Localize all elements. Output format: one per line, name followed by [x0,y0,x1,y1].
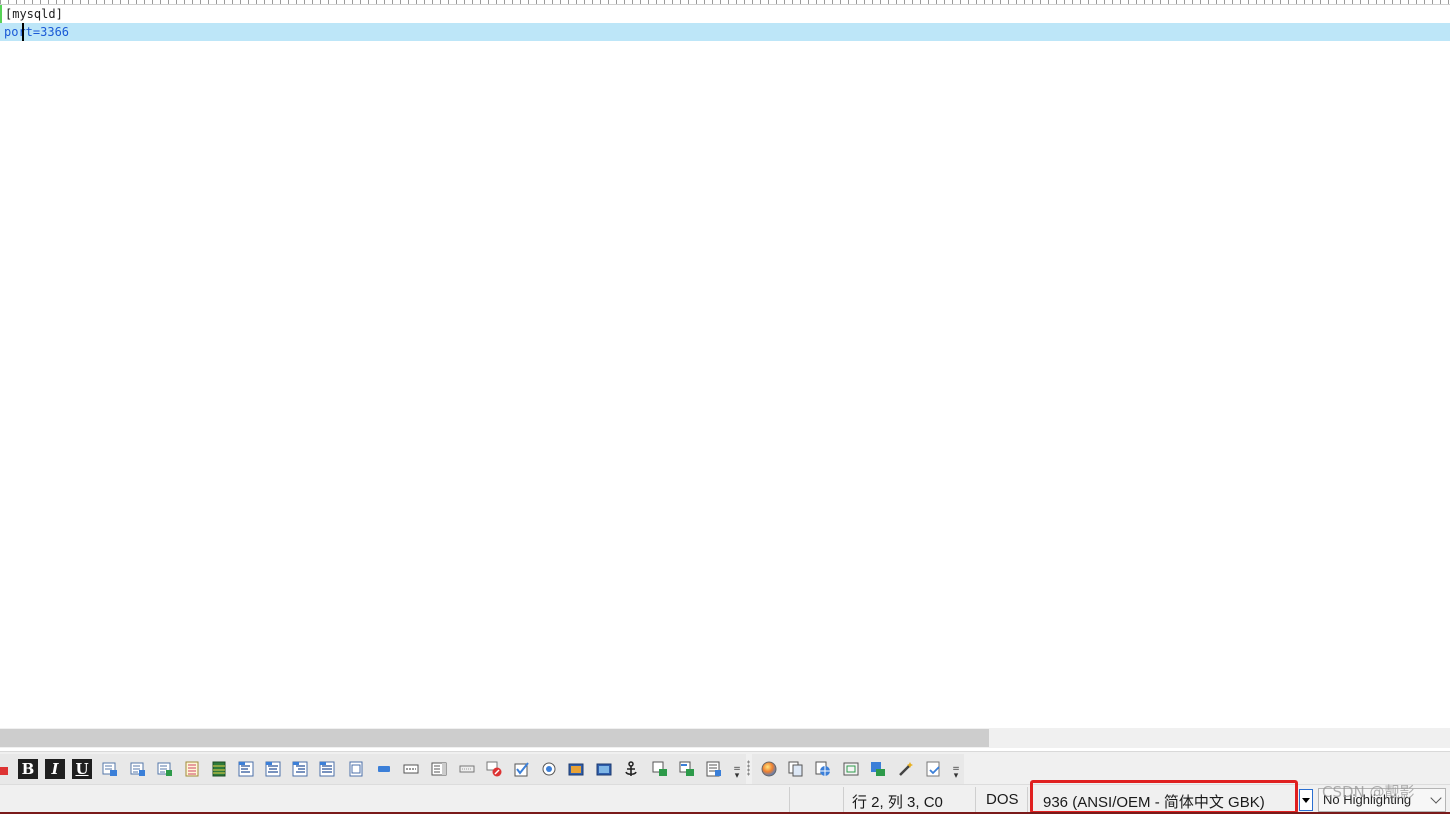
toolbar-grip[interactable] [747,760,750,776]
align-right-icon[interactable] [290,759,310,779]
line-ending[interactable]: DOS [986,791,1019,808]
partial-icon[interactable] [0,759,14,779]
picture-icon[interactable] [594,759,614,779]
preview-icon[interactable] [924,759,944,779]
table-icon[interactable] [209,759,229,779]
magic-wand-icon[interactable] [896,759,916,779]
image-icon[interactable] [566,759,586,779]
italic-button[interactable]: I [45,759,65,779]
toolbar-group-format: B I U = ▾ [0,754,746,784]
date-icon[interactable] [841,759,861,779]
cursor-position[interactable]: 行 2, 列 3, C0 [852,791,943,812]
list-box-icon[interactable] [429,759,449,779]
status-divider [1027,787,1028,812]
numbering-icon[interactable] [868,759,888,779]
watermark: CSDN @靓影 [1322,783,1415,801]
align-left-icon[interactable] [236,759,256,779]
toolbar-group-tools: = ▾ [752,754,964,784]
encoding-dropdown-button[interactable] [1299,789,1313,811]
editor-line-2-current[interactable]: port=3366 [0,23,1450,41]
bold-button[interactable]: B [18,759,38,779]
horizontal-scrollbar[interactable] [0,728,1450,748]
insert-ordered-list-icon[interactable] [155,759,175,779]
status-bar: 行 2, 列 3, C0 DOS 936 (ANSI/OEM - 简体中文 GB… [0,780,1450,814]
page-icon[interactable] [704,759,724,779]
status-divider [843,787,844,812]
anchor-icon[interactable] [621,759,641,779]
insert-list-icon[interactable] [128,759,148,779]
bookmark-icon[interactable] [650,759,670,779]
clear-format-icon[interactable] [484,759,504,779]
underline-button[interactable]: U [72,759,92,779]
align-center-icon[interactable] [263,759,283,779]
input-icon[interactable] [457,759,477,779]
checkbox-icon[interactable] [512,759,532,779]
toolbar-overflow-chevron-icon[interactable]: = ▾ [733,765,741,781]
insert-definition-list-icon[interactable] [182,759,202,779]
text-caret [22,23,24,41]
color-wheel-icon[interactable] [759,759,779,779]
editor-line-1[interactable]: [mysqld] [0,5,1450,23]
text-field-icon[interactable] [374,759,394,779]
frame-icon[interactable] [346,759,366,779]
justify-icon[interactable] [317,759,337,779]
status-divider [975,787,976,812]
encoding-highlight-box [1030,780,1298,814]
globe-icon[interactable] [813,759,833,779]
convert-icon[interactable] [677,759,697,779]
radio-icon[interactable] [539,759,559,779]
status-divider [789,787,790,812]
label-icon[interactable] [401,759,421,779]
scrollbar-thumb[interactable] [0,729,989,747]
chevron-down-icon [1430,792,1442,804]
copy-icon[interactable] [786,759,806,779]
toolbar-overflow-chevron-icon[interactable]: = ▾ [952,765,960,781]
insert-link-icon[interactable] [100,759,120,779]
editor-area[interactable]: [mysqld] port=3366 [0,5,1450,728]
